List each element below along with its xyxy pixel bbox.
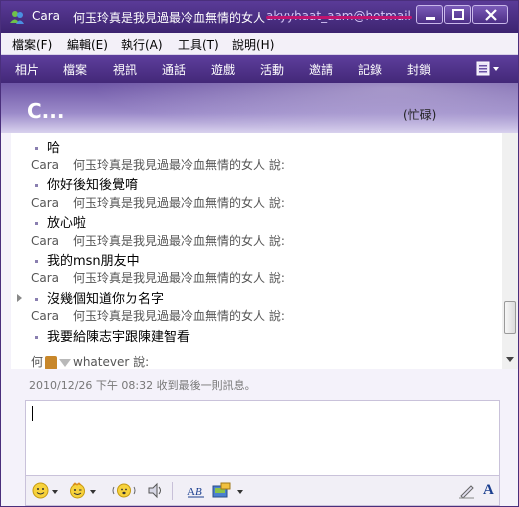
message-line: 沒幾個知道你ㄉ名字: [35, 288, 164, 307]
nudge-icon[interactable]: [112, 482, 136, 499]
tool-games[interactable]: 遊戲: [211, 61, 235, 78]
menu-help[interactable]: 說明(H): [232, 36, 274, 53]
tool-video[interactable]: 視訊: [113, 61, 137, 78]
last-message-status: 2010/12/26 下午 08:32 收到最後一則訊息。: [29, 379, 256, 392]
window-subtitle: 何玉玲真是我見過最冷血無情的女人: [73, 11, 266, 25]
handwriting-icon[interactable]: [458, 482, 475, 499]
background-dropdown-icon[interactable]: [237, 490, 243, 494]
message-line: 你好後知後覺唷: [35, 174, 138, 193]
font-style-icon[interactable]: A B: [186, 482, 206, 499]
sender-line: Cara 何玉玲真是我見過最冷血無情的女人 說:: [31, 196, 285, 210]
title-bar[interactable]: Cara 何玉玲真是我見過最冷血無情的女人 akyyhaat_aam@hotma…: [1, 1, 518, 33]
contact-name[interactable]: C...: [27, 99, 64, 123]
message-input[interactable]: [25, 400, 500, 476]
bullet-icon: [35, 336, 38, 339]
emoticon-icon[interactable]: [32, 482, 49, 499]
sender-line: 何 whatever 說:: [31, 355, 150, 369]
type-text-icon[interactable]: A: [483, 482, 494, 499]
menu-file[interactable]: 檔案(F): [12, 36, 52, 53]
maximize-icon: [452, 9, 464, 20]
tool-activities[interactable]: 活動: [260, 61, 284, 78]
minimize-icon: [426, 17, 435, 20]
tool-block[interactable]: 封鎖: [407, 61, 431, 78]
sender-line: Cara 何玉玲真是我見過最冷血無情的女人 說:: [31, 309, 285, 323]
contact-banner: C... (忙碌): [1, 83, 518, 133]
redaction-mark: [266, 16, 412, 19]
emoticon-dropdown-icon[interactable]: [52, 490, 58, 494]
bullet-icon: [35, 222, 38, 225]
background-icon[interactable]: [212, 482, 232, 499]
bullet-icon: [35, 298, 38, 301]
bullet-icon: [35, 260, 38, 263]
chat-window: Cara 何玉玲真是我見過最冷血無情的女人 akyyhaat_aam@hotma…: [0, 0, 519, 507]
menu-edit[interactable]: 編輯(E): [67, 36, 108, 53]
text-caret: [32, 406, 33, 421]
voice-clip-icon[interactable]: [147, 482, 164, 499]
sender-line: Cara 何玉玲真是我見過最冷血無情的女人 說:: [31, 158, 285, 172]
svg-text:A: A: [187, 486, 195, 498]
bullet-icon: [35, 147, 38, 150]
tool-photos[interactable]: 相片: [15, 61, 39, 78]
close-icon: [485, 9, 497, 21]
conversation-history[interactable]: 哈 Cara 何玉玲真是我見過最冷血無情的女人 說: 你好後知後覺唷 Cara 何玉…: [11, 133, 518, 369]
message-line: 我要給陳志宇跟陳建智看: [35, 326, 190, 345]
sender-line: Cara 何玉玲真是我見過最冷血無情的女人 說:: [31, 234, 285, 248]
svg-text:B: B: [195, 486, 202, 498]
scrollbar-thumb[interactable]: [504, 301, 516, 334]
sender-line: Cara 何玉玲真是我見過最冷血無情的女人 說:: [31, 271, 285, 285]
wink-dropdown-icon[interactable]: [90, 490, 96, 494]
msn-buddy-icon: [10, 11, 24, 24]
toolbar-separator: [172, 482, 173, 500]
window-title: Cara: [32, 9, 61, 23]
menu-bar: 檔案(F) 編輯(E) 執行(A) 工具(T) 說明(H): [1, 33, 518, 55]
conversation-scrollbar[interactable]: [502, 133, 518, 369]
tool-files[interactable]: 檔案: [63, 61, 87, 78]
contact-status: (忙碌): [403, 108, 437, 122]
message-line: 哈: [35, 137, 60, 156]
format-toolbar: A B A: [25, 476, 500, 506]
banner-decoration: [91, 83, 518, 133]
message-line: 我的msn朋友中: [35, 250, 140, 269]
close-button[interactable]: [472, 5, 508, 24]
maximize-button[interactable]: [444, 5, 471, 24]
menu-actions[interactable]: 執行(A): [121, 36, 163, 53]
expand-arrow-icon[interactable]: [17, 294, 22, 302]
action-toolbar: 相片 檔案 視訊 通話 遊戲 活動 邀請 記錄 封鎖: [1, 55, 518, 83]
tool-call[interactable]: 通話: [162, 61, 186, 78]
toolbar-menu-icon[interactable]: [475, 60, 507, 78]
minimize-button[interactable]: [416, 5, 443, 24]
wink-icon[interactable]: [69, 482, 86, 499]
menu-tools[interactable]: 工具(T): [178, 36, 219, 53]
bullet-icon: [35, 184, 38, 187]
beer-emoticon-icon: [45, 355, 58, 369]
tool-invite[interactable]: 邀請: [309, 61, 333, 78]
scroll-down-icon[interactable]: [506, 357, 514, 362]
message-line: 放心啦: [35, 212, 86, 231]
tool-history[interactable]: 記錄: [358, 61, 382, 78]
cocktail-emoticon-icon: [59, 358, 72, 367]
